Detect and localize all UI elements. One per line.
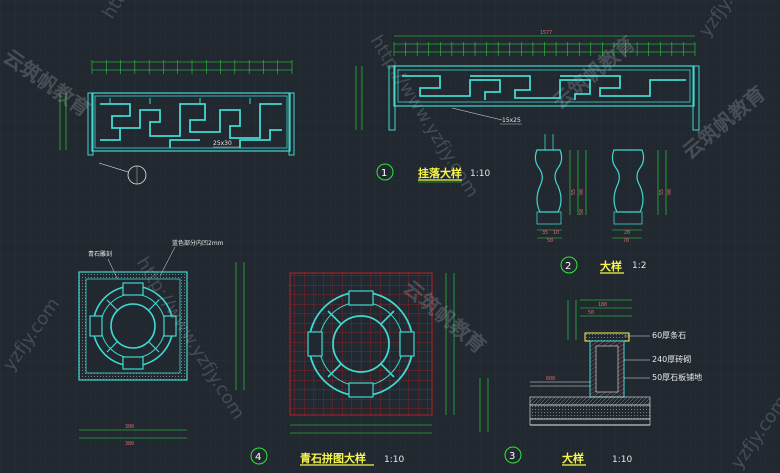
dim-90-a: 90 (579, 189, 585, 195)
drawing-number-1: 1 (381, 168, 387, 179)
dim-50-d: 50 (588, 310, 594, 316)
layer-label-2: 240厚砖砌 (652, 354, 691, 364)
drawing-title-2: 大样 (600, 259, 622, 273)
drawing-number-2: 2 (565, 261, 571, 272)
dim-600: 600 (546, 376, 555, 382)
dim-10: 10 (553, 230, 559, 236)
dim-90-b: 90 (667, 189, 673, 195)
dim-70: 70 (623, 238, 629, 244)
drawing-scale-3: 1:10 (612, 455, 632, 465)
cad-drawing-canvas: 25x30 1577 15x25 1 挂落大样 1:10 55 90 50 55… (0, 0, 780, 473)
layer-label-1: 60厚条石 (652, 330, 686, 340)
dim-50-c: 50 (547, 238, 553, 244)
dim-top-total: 1577 (540, 30, 552, 36)
dim-35: 35 (542, 230, 548, 236)
qingshi-label: 青石雕刻 (88, 250, 112, 258)
dim-380-a: 380 (125, 441, 134, 447)
drawing-title-4: 青石拼图大样 (300, 451, 366, 465)
dim-55-a: 55 (571, 189, 577, 195)
dim-50-a: 50 (579, 209, 585, 215)
dim-300-a: 300 (125, 424, 134, 430)
frame-size-label: 25x30 (213, 140, 232, 147)
drawing-number-4: 4 (255, 452, 261, 463)
section-size-label: 15x25 (502, 117, 521, 124)
drawing-title-3: 大样 (562, 451, 584, 465)
drawing-scale-4: 1:10 (384, 455, 404, 465)
dim-20: 20 (624, 230, 630, 236)
recess-note: 蓝色部分内凹2mm (172, 239, 224, 247)
dim-55-b: 55 (659, 189, 665, 195)
layer-label-3: 50厚石板铺地 (652, 372, 702, 382)
drawing-scale-2: 1:2 (632, 261, 646, 271)
drawing-number-3: 3 (509, 451, 515, 462)
dim-180: 180 (598, 302, 607, 308)
